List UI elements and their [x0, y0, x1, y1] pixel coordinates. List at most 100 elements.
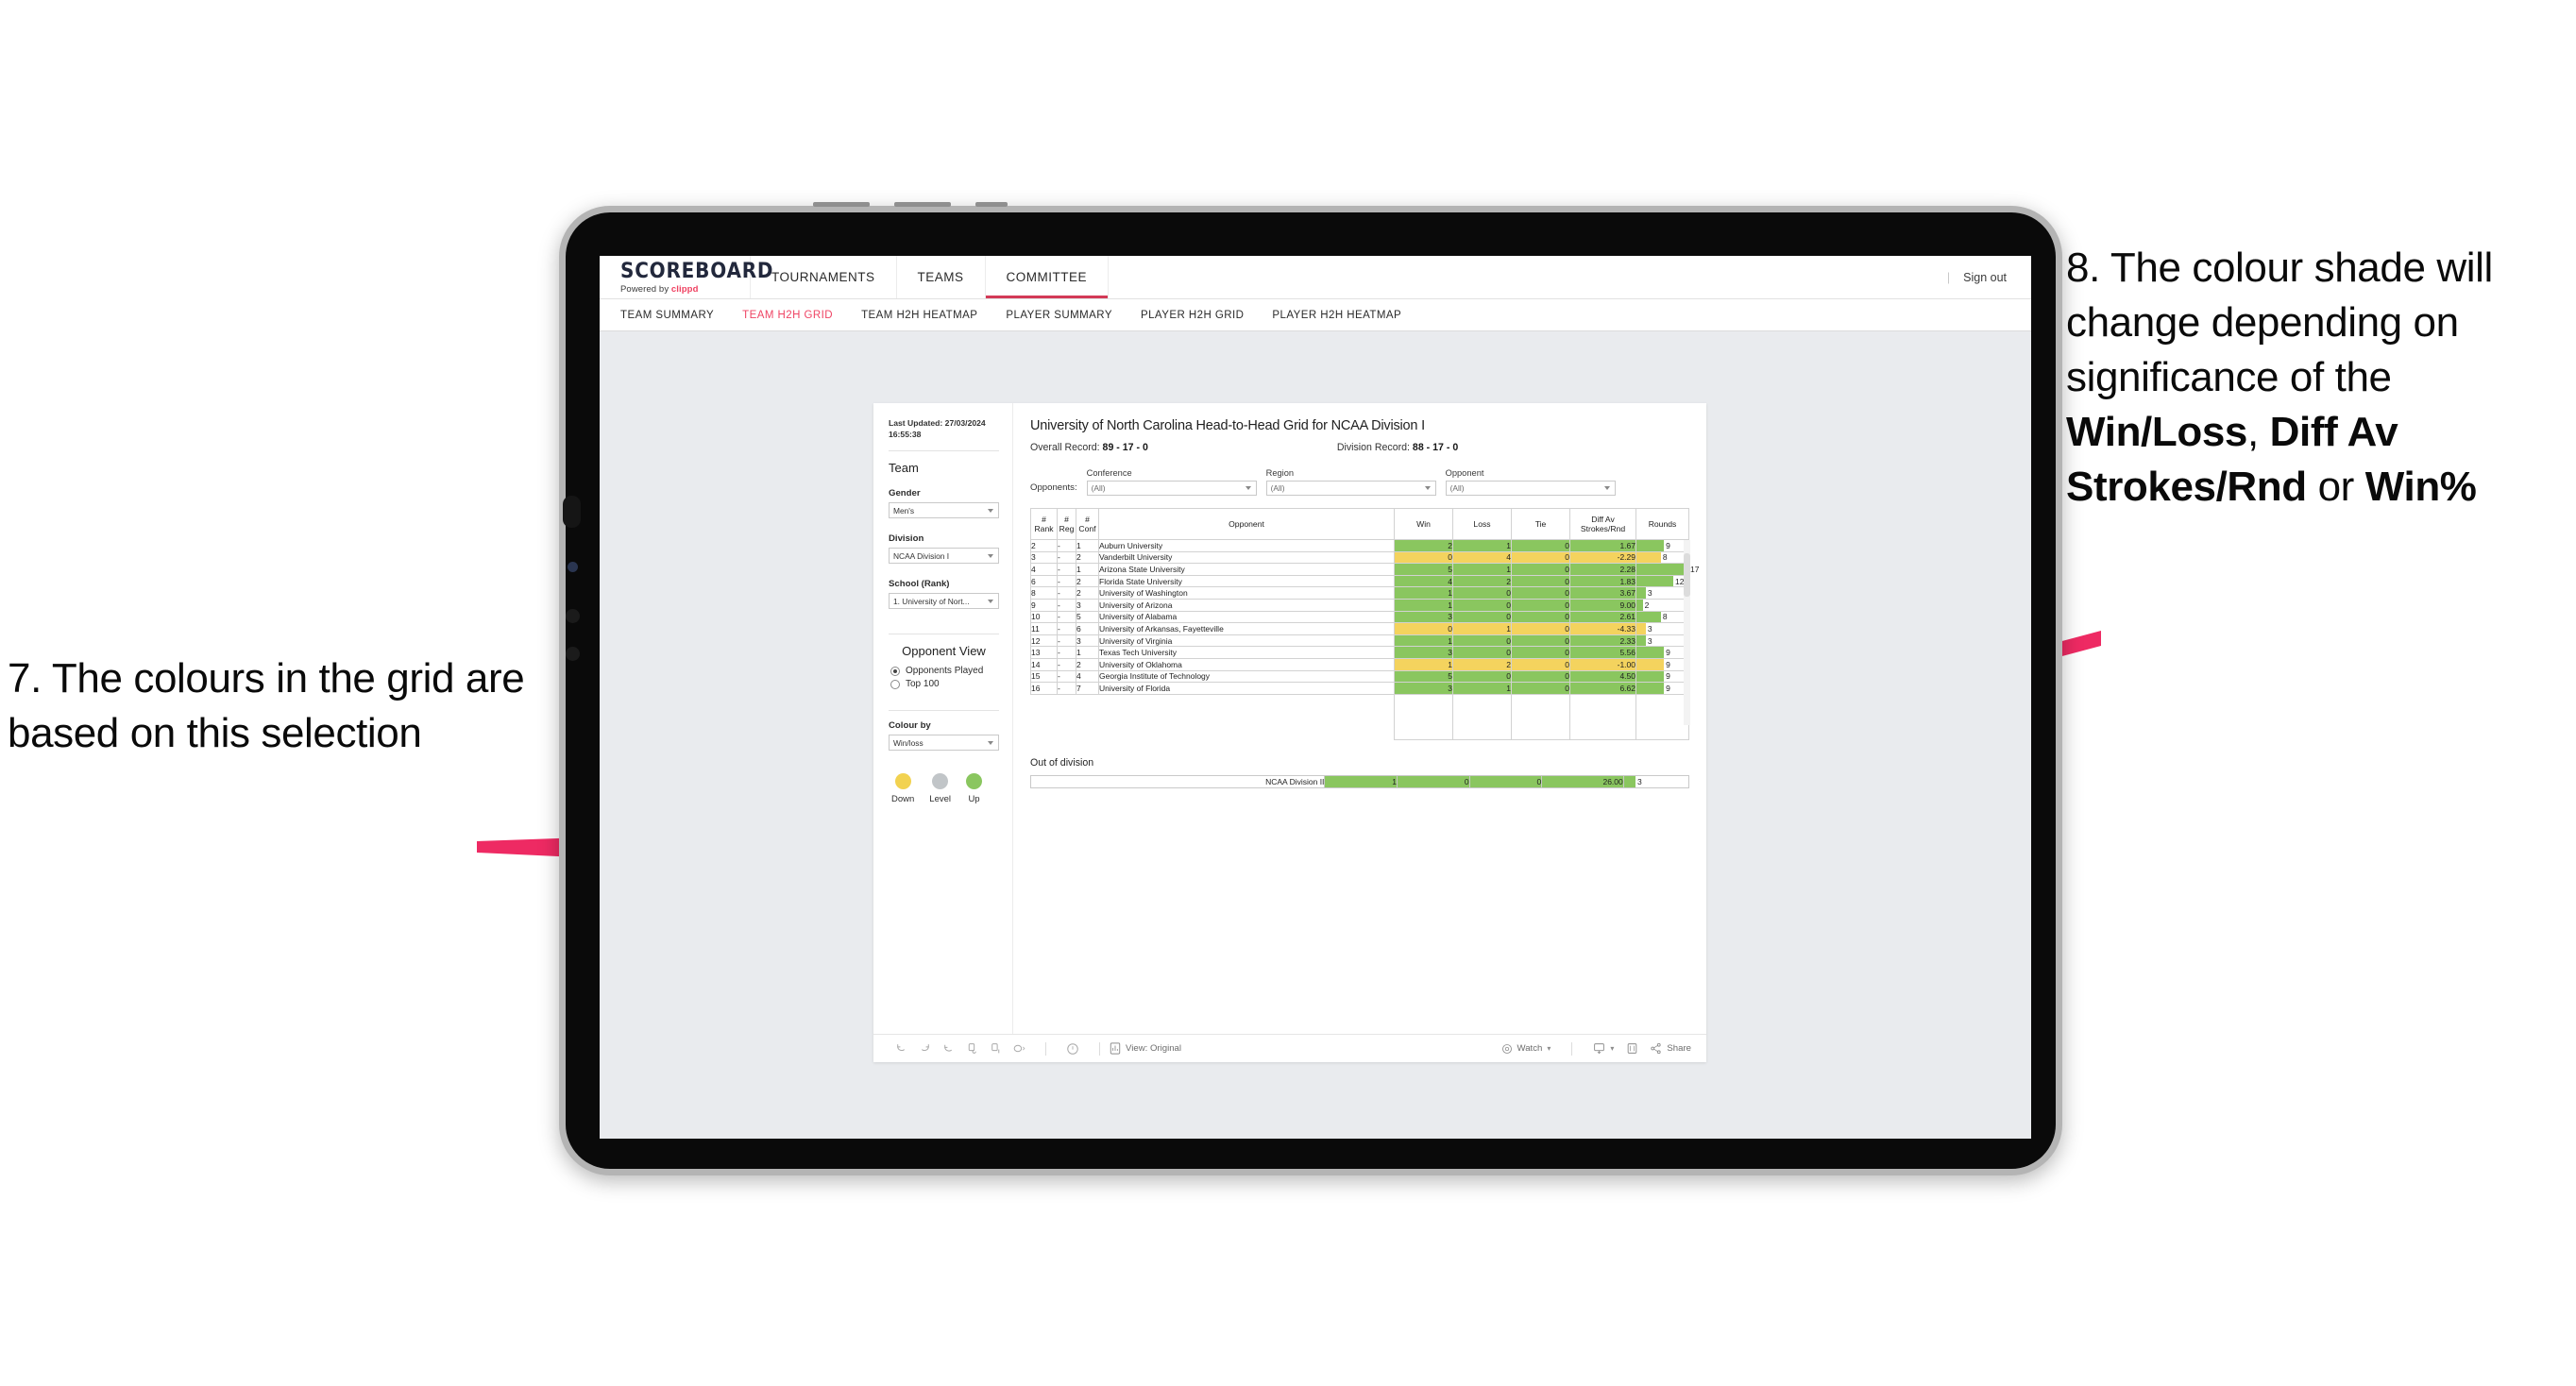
- division-record: Division Record: 88 - 17 - 0: [1337, 442, 1458, 453]
- h2h-grid-wrapper: # Rank # Reg # Conf Opponent Win Loss Tie D…: [1030, 508, 1699, 740]
- region-select[interactable]: (All): [1265, 481, 1436, 496]
- cell-opponent: Arizona State University: [1098, 563, 1395, 576]
- subnav-team-summary[interactable]: TEAM SUMMARY: [620, 310, 714, 321]
- subnav-player-h2h-heatmap[interactable]: PLAYER H2H HEATMAP: [1272, 310, 1401, 321]
- chevron-down-icon: [988, 599, 993, 603]
- subnav-player-summary[interactable]: PLAYER SUMMARY: [1006, 310, 1112, 321]
- cell-opponent: Texas Tech University: [1098, 646, 1395, 659]
- grid-scrollbar-thumb[interactable]: [1684, 553, 1690, 597]
- table-row[interactable]: 3-2 Vanderbilt University 0 4 0 -2.29 8: [1030, 550, 1689, 565]
- redo-icon[interactable]: [918, 1042, 931, 1056]
- table-row[interactable]: 9-3 University of Arizona 1 0 0 9.00 2: [1030, 598, 1689, 612]
- app-header: SCOREBOARD Powered by clippd TOURNAMENTS…: [600, 256, 2031, 299]
- radio-opponents-played[interactable]: Opponents Played: [890, 666, 999, 676]
- chevron-down-icon: ▾: [1610, 1044, 1615, 1053]
- colour-by-select[interactable]: Win/loss: [889, 735, 999, 752]
- cell-rounds: 9: [1635, 657, 1689, 671]
- blank-loss: [1452, 694, 1512, 740]
- table-row[interactable]: 16-7 University of Florida 3 1 0 6.62 9: [1030, 682, 1689, 695]
- table-row[interactable]: 12-3 University of Virginia 1 0 0 2.33 3: [1030, 634, 1689, 648]
- logo-powered-by: Powered by: [620, 283, 671, 295]
- logo-tagline: Powered by clippd: [620, 284, 750, 295]
- col-rounds[interactable]: Rounds: [1635, 508, 1689, 540]
- subnav-team-h2h-heatmap[interactable]: TEAM H2H HEATMAP: [861, 310, 977, 321]
- cell-win: 1: [1394, 657, 1453, 671]
- nav-teams[interactable]: TEAMS: [897, 256, 986, 298]
- table-row[interactable]: 4-1 Arizona State University 5 1 0 2.28 17: [1030, 563, 1699, 576]
- revert-icon[interactable]: [941, 1042, 955, 1056]
- col-conf-l2: Conf: [1078, 524, 1096, 533]
- region-value: (All): [1270, 483, 1285, 493]
- cell-rounds: 9: [1635, 669, 1689, 684]
- sign-out-link[interactable]: Sign out: [1963, 271, 2007, 284]
- conference-select[interactable]: (All): [1086, 481, 1257, 496]
- view-original-button[interactable]: View: Original: [1110, 1042, 1181, 1055]
- col-win[interactable]: Win: [1394, 508, 1453, 540]
- overall-record: Overall Record: 89 - 17 - 0: [1030, 442, 1148, 453]
- cell-reg: -: [1057, 550, 1076, 565]
- opponent-select[interactable]: (All): [1445, 481, 1616, 496]
- help-icon[interactable]: [1066, 1042, 1079, 1056]
- col-conf[interactable]: # Conf: [1076, 508, 1099, 540]
- refresh-data-icon[interactable]: [965, 1042, 978, 1056]
- legend-down: Down: [891, 773, 914, 804]
- table-row[interactable]: 14-2 University of Oklahoma 1 2 0 -1.00 9: [1030, 657, 1689, 671]
- cell-opponent: University of Virginia: [1098, 634, 1395, 648]
- table-row[interactable]: 2-1 Auburn University 2 1 0 1.67 9: [1030, 539, 1689, 552]
- col-diff[interactable]: Diff Av Strokes/Rnd: [1569, 508, 1636, 540]
- alerts-icon[interactable]: [1012, 1042, 1025, 1056]
- cell-opponent: University of Washington: [1098, 586, 1395, 600]
- radio-top-100[interactable]: Top 100: [890, 679, 999, 689]
- subnav-team-h2h-grid[interactable]: TEAM H2H GRID: [742, 310, 833, 321]
- cell-loss: 0: [1452, 669, 1512, 684]
- share-button[interactable]: Share: [1650, 1042, 1691, 1055]
- col-opponent[interactable]: Opponent: [1098, 508, 1395, 540]
- cell-conf: 2: [1076, 586, 1099, 600]
- watch-button[interactable]: Watch ▾: [1501, 1043, 1551, 1055]
- gender-select[interactable]: Men's: [889, 502, 999, 519]
- workspace: Last Updated: 27/03/2024 16:55:38 Team G…: [600, 331, 2031, 1139]
- legend-label-down: Down: [891, 794, 915, 805]
- table-row[interactable]: 8-2 University of Washington 1 0 0 3.67 3: [1030, 586, 1689, 600]
- nav-committee[interactable]: COMMITTEE: [986, 256, 1110, 298]
- fullscreen-icon[interactable]: [1625, 1042, 1638, 1056]
- undo-icon[interactable]: [894, 1042, 907, 1056]
- chevron-down-icon: ▾: [1547, 1044, 1551, 1053]
- out-of-division-row[interactable]: NCAA Division II 1 0 0 26.00 3: [1029, 774, 1690, 789]
- app-logo[interactable]: SCOREBOARD Powered by clippd: [600, 256, 773, 298]
- school-select[interactable]: 1. University of Nort...: [889, 593, 999, 610]
- cell-conf: 2: [1076, 574, 1099, 588]
- division-select[interactable]: NCAA Division I: [889, 548, 999, 565]
- pause-icon[interactable]: [989, 1042, 1002, 1056]
- last-updated-time: 16:55:38: [889, 429, 922, 439]
- cell-conf: 2: [1076, 657, 1099, 671]
- col-rank-l1: #: [1042, 514, 1046, 524]
- records-row: Overall Record: 89 - 17 - 0 Division Rec…: [1030, 442, 1689, 453]
- cell-conf: 3: [1076, 598, 1099, 612]
- table-row[interactable]: 6-2 Florida State University 4 2 0 1.83 12: [1030, 574, 1689, 588]
- table-row[interactable]: 11-6 University of Arkansas, Fayetteville…: [1030, 622, 1689, 635]
- out-of-division-title: Out of division: [1030, 756, 1094, 769]
- col-loss[interactable]: Loss: [1452, 508, 1512, 540]
- table-row[interactable]: 10-5 University of Alabama 3 0 0 2.61 8: [1030, 610, 1689, 624]
- col-rank[interactable]: # Rank: [1030, 508, 1058, 540]
- blank-diff: [1569, 694, 1636, 740]
- cell-loss: 1: [1452, 539, 1512, 552]
- cell-diff: 1.67: [1569, 539, 1636, 552]
- cell-reg: -: [1057, 586, 1076, 600]
- grid-scrollbar[interactable]: [1684, 540, 1690, 725]
- col-tie[interactable]: Tie: [1511, 508, 1570, 540]
- table-row[interactable]: 13-1 Texas Tech University 3 0 0 5.56 9: [1030, 646, 1689, 659]
- table-row[interactable]: 15-4 Georgia Institute of Technology 5 0 0 4.…: [1030, 669, 1689, 684]
- annotation-right-mid1: ,: [2246, 409, 2270, 456]
- subnav-player-h2h-grid[interactable]: PLAYER H2H GRID: [1141, 310, 1244, 321]
- download-button[interactable]: ▾: [1593, 1042, 1614, 1055]
- col-reg[interactable]: # Reg: [1057, 508, 1076, 540]
- radio-icon-unselected: [890, 679, 900, 689]
- visualization-panel: Last Updated: 27/03/2024 16:55:38 Team G…: [873, 403, 1706, 1062]
- chevron-down-icon: [988, 553, 993, 558]
- cell-tie: 0: [1511, 622, 1570, 635]
- ood-cell-tie: 0: [1468, 774, 1543, 789]
- conference-value: (All): [1091, 483, 1106, 493]
- region-label: Region: [1265, 468, 1295, 478]
